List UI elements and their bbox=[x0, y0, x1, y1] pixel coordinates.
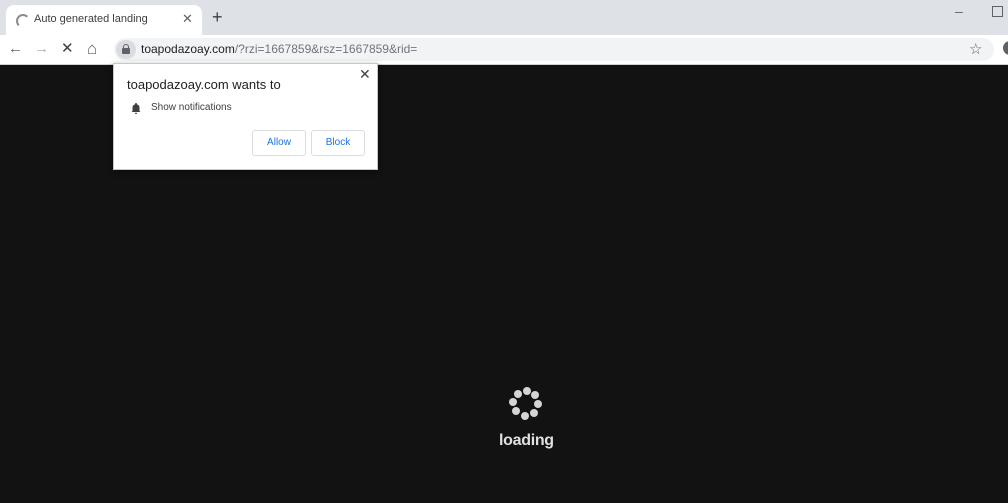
back-button[interactable]: ← bbox=[8, 40, 23, 58]
popup-close-icon[interactable]: ✕ bbox=[359, 66, 371, 83]
tab-strip: Auto generated landing ✕ + – bbox=[0, 0, 1008, 35]
home-button[interactable]: ⌂ bbox=[87, 40, 97, 58]
notification-permission-popup: ✕ toapodazoay.com wants to Show notifica… bbox=[113, 63, 378, 170]
spinner-dot bbox=[530, 409, 538, 417]
spinner-dot bbox=[512, 407, 520, 415]
tab-close-icon[interactable]: ✕ bbox=[182, 11, 193, 27]
popup-title: toapodazoay.com wants to bbox=[127, 77, 281, 92]
spinner-dot bbox=[509, 398, 517, 406]
maximize-button[interactable] bbox=[992, 6, 1003, 17]
spinner-dot bbox=[521, 412, 529, 420]
bell-icon bbox=[131, 103, 141, 114]
site-info-button[interactable] bbox=[116, 40, 136, 59]
loading-text: loading bbox=[499, 432, 554, 449]
browser-toolbar: ← → ✕ ⌂ toapodazoay.com/?rzi=1667859&rsz… bbox=[0, 35, 1008, 65]
block-button[interactable]: Block bbox=[311, 130, 365, 156]
stop-button[interactable]: ✕ bbox=[61, 40, 74, 58]
bookmark-star-icon[interactable]: ☆ bbox=[969, 40, 982, 58]
minimize-button[interactable]: – bbox=[955, 3, 963, 19]
allow-button[interactable]: Allow bbox=[252, 130, 306, 156]
spinner-dot bbox=[534, 400, 542, 408]
permission-label: Show notifications bbox=[151, 102, 232, 113]
spinner-dot bbox=[523, 387, 531, 395]
new-tab-button[interactable]: + bbox=[212, 8, 223, 26]
loading-spinner-icon bbox=[508, 386, 544, 422]
tab-title: Auto generated landing bbox=[34, 13, 148, 25]
tab-loading-icon bbox=[16, 14, 30, 28]
address-bar[interactable]: toapodazoay.com/?rzi=1667859&rsz=1667859… bbox=[114, 38, 994, 61]
tab-active[interactable]: Auto generated landing ✕ bbox=[6, 5, 202, 35]
forward-button[interactable]: → bbox=[34, 40, 49, 58]
spinner-dot bbox=[514, 390, 522, 398]
spinner-dot bbox=[531, 391, 539, 399]
url-text[interactable]: toapodazoay.com/?rzi=1667859&rsz=1667859… bbox=[141, 42, 417, 56]
